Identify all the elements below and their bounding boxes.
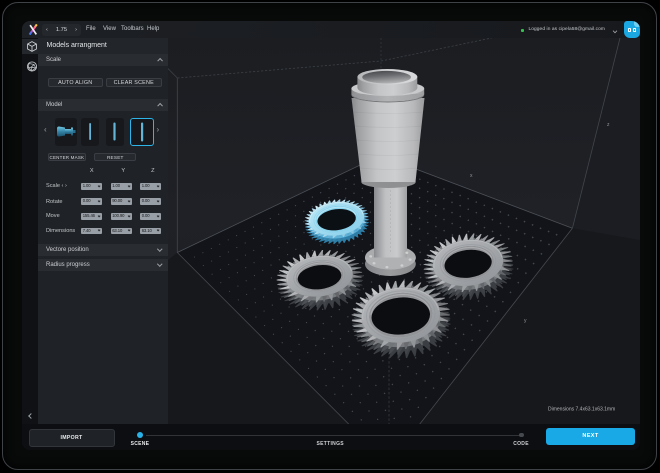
svg-text:Dimensions 7.4x63.1x63.1mm: Dimensions 7.4x63.1x63.1mm [548,407,615,413]
